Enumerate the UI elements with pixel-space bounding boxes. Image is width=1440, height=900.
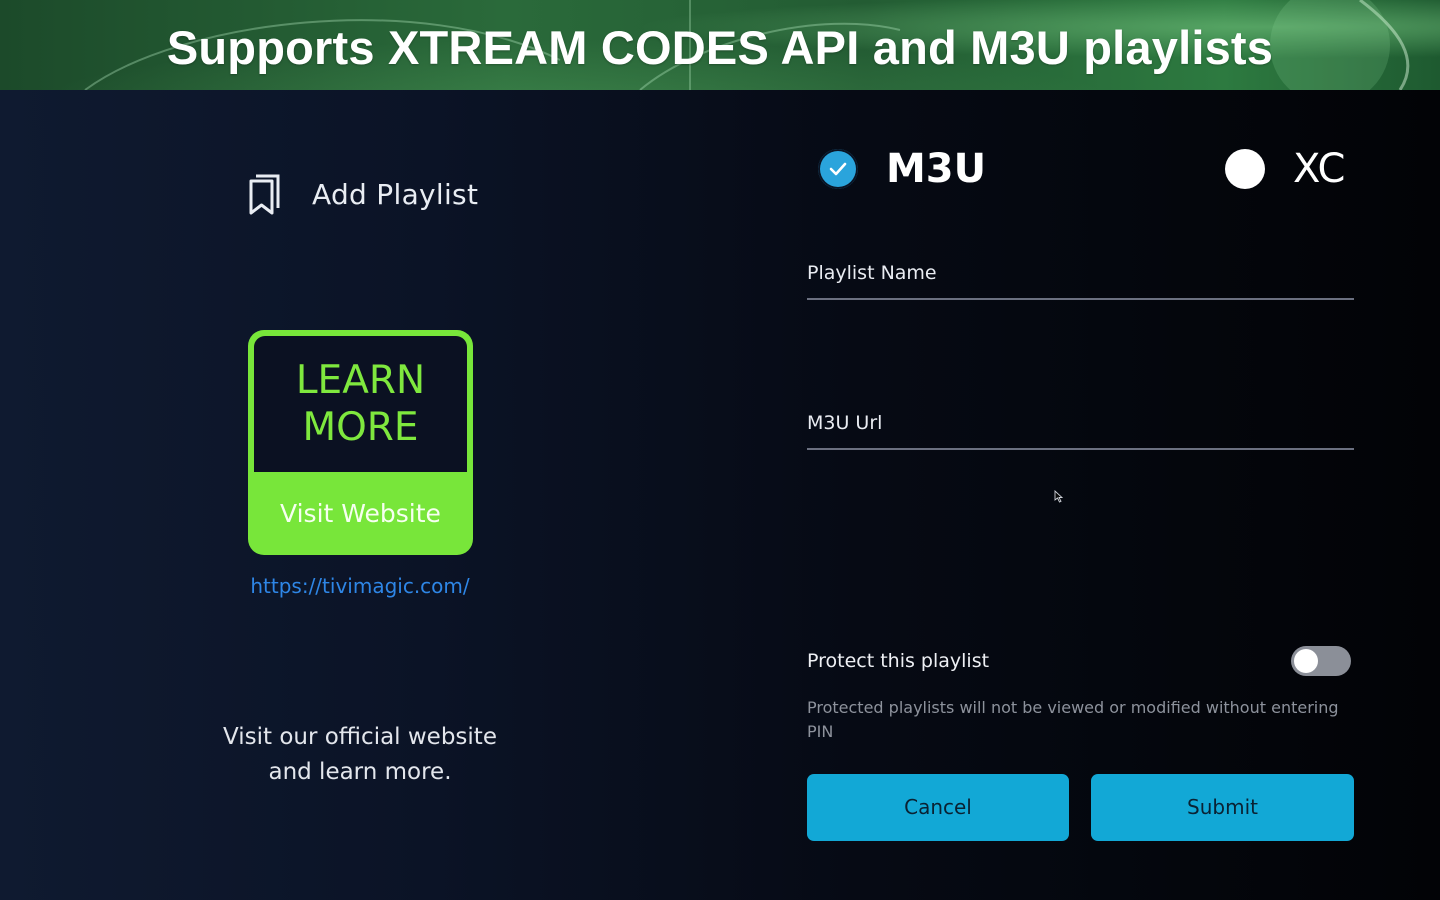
- toggle-knob: [1294, 649, 1318, 673]
- radio-m3u-label[interactable]: M3U: [886, 146, 986, 192]
- bookmarks-icon: [249, 174, 280, 215]
- radio-xc[interactable]: XC: [1225, 146, 1345, 192]
- website-link[interactable]: https://tivimagic.com/: [210, 574, 510, 598]
- add-playlist-header: Add Playlist: [248, 172, 478, 216]
- protect-playlist-label: Protect this playlist: [807, 650, 990, 672]
- protect-playlist-toggle[interactable]: [1291, 646, 1351, 676]
- learn-more-line2: MORE: [302, 405, 419, 450]
- m3u-url-field[interactable]: [807, 412, 1354, 450]
- protect-description: Protected playlists will not be viewed o…: [807, 698, 1339, 741]
- banner-title: Supports XTREAM CODES API and M3U playli…: [166, 21, 1274, 74]
- promo-banner: Supports XTREAM CODES API and M3U playli…: [0, 0, 1440, 90]
- checkmark-icon: [829, 162, 847, 176]
- add-playlist-title: Add Playlist: [312, 177, 479, 211]
- playlist-name-input[interactable]: [807, 262, 1354, 284]
- visit-website-button[interactable]: Visit Website: [248, 478, 473, 550]
- submit-button[interactable]: Submit: [1091, 774, 1354, 841]
- info-line1: Visit our official website: [223, 724, 497, 750]
- learn-more-line1: LEARN: [295, 358, 426, 403]
- learn-more-heading: LEARN MORE: [254, 336, 467, 472]
- cancel-button[interactable]: Cancel: [807, 774, 1069, 841]
- mouse-pointer-icon: [1054, 490, 1064, 503]
- m3u-url-input[interactable]: [807, 412, 1354, 434]
- playlist-name-field[interactable]: [807, 262, 1354, 300]
- add-playlist-screen: Add Playlist LEARN MORE Visit Website ht…: [0, 90, 1440, 900]
- radio-m3u[interactable]: M3U: [818, 146, 986, 192]
- learn-more-card[interactable]: LEARN MORE Visit Website: [248, 330, 473, 555]
- radio-checked-icon[interactable]: [818, 149, 858, 189]
- info-line2: and learn more.: [268, 759, 452, 785]
- info-text: Visit our official website and learn mor…: [160, 720, 560, 790]
- radio-unchecked-icon[interactable]: [1225, 149, 1265, 189]
- radio-xc-label[interactable]: XC: [1293, 146, 1345, 192]
